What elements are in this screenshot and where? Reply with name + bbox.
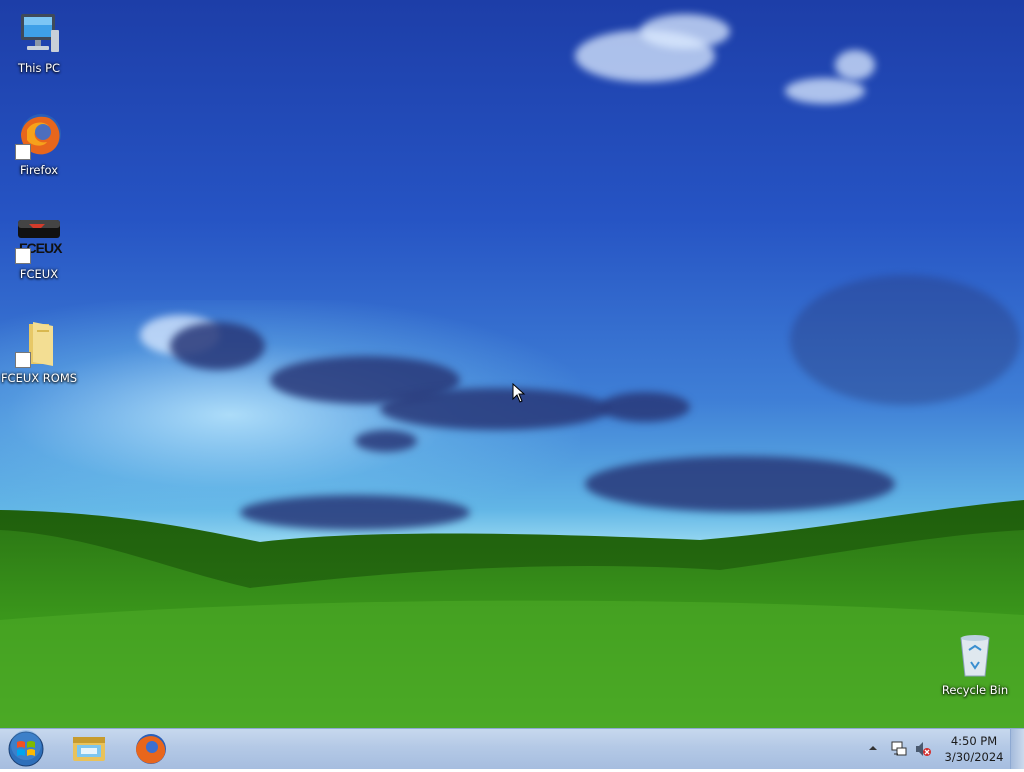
folder-icon [15,320,63,368]
desktop-icon-label: Recycle Bin [941,683,1009,697]
computer-icon [15,10,63,58]
clock-date: 3/30/2024 [944,750,1004,764]
cloud [835,50,875,80]
taskbar: 4:50 PM 3/30/2024 [0,728,1024,769]
desktop-icon-label: Firefox [19,163,59,177]
cloud [380,388,610,430]
system-clock[interactable]: 4:50 PM 3/30/2024 [940,733,1008,765]
firefox-icon [136,734,166,764]
file-explorer-icon [73,737,105,761]
shortcut-arrow-icon [15,352,31,368]
desktop-icon-fceux-roms[interactable]: FCEUX ROMS [1,320,77,385]
clock-time: 4:50 PM [950,734,998,748]
fceux-icon: FCEUX [15,216,63,264]
shortcut-arrow-icon [15,144,31,160]
desktop-icon-fceux[interactable]: FCEUX FCEUX [1,216,77,281]
taskbar-firefox[interactable] [125,731,177,767]
recycle-bin-icon [951,632,999,680]
desktop-icon-label: FCEUX [19,267,59,281]
cloud [170,322,265,370]
windows-start-icon [8,730,44,767]
desktop-icon-label: This PC [17,61,61,75]
show-desktop-button[interactable] [1010,729,1024,769]
start-button[interactable] [6,730,46,768]
cloud [640,14,730,49]
grassy-hills [0,500,1024,728]
network-icon[interactable] [890,740,908,758]
cloud [790,275,1020,405]
desktop-icon-recycle-bin[interactable]: Recycle Bin [937,632,1013,697]
show-hidden-icons-icon[interactable] [868,743,878,753]
cloud [785,78,865,104]
taskbar-file-explorer[interactable] [63,731,115,767]
desktop-icon-label: FCEUX ROMS [0,371,78,385]
desktop-icon-firefox[interactable]: Firefox [1,112,77,177]
cloud [600,392,690,422]
volume-muted-icon[interactable] [914,740,932,758]
mouse-pointer-icon [512,383,526,403]
desktop-wallpaper[interactable]: This PC Firefox FCEUX FCEUX FCEUX ROMS R… [0,0,1024,728]
desktop-icon-this-pc[interactable]: This PC [1,10,77,75]
cloud [355,430,417,452]
firefox-icon [15,112,63,160]
shortcut-arrow-icon [15,248,31,264]
